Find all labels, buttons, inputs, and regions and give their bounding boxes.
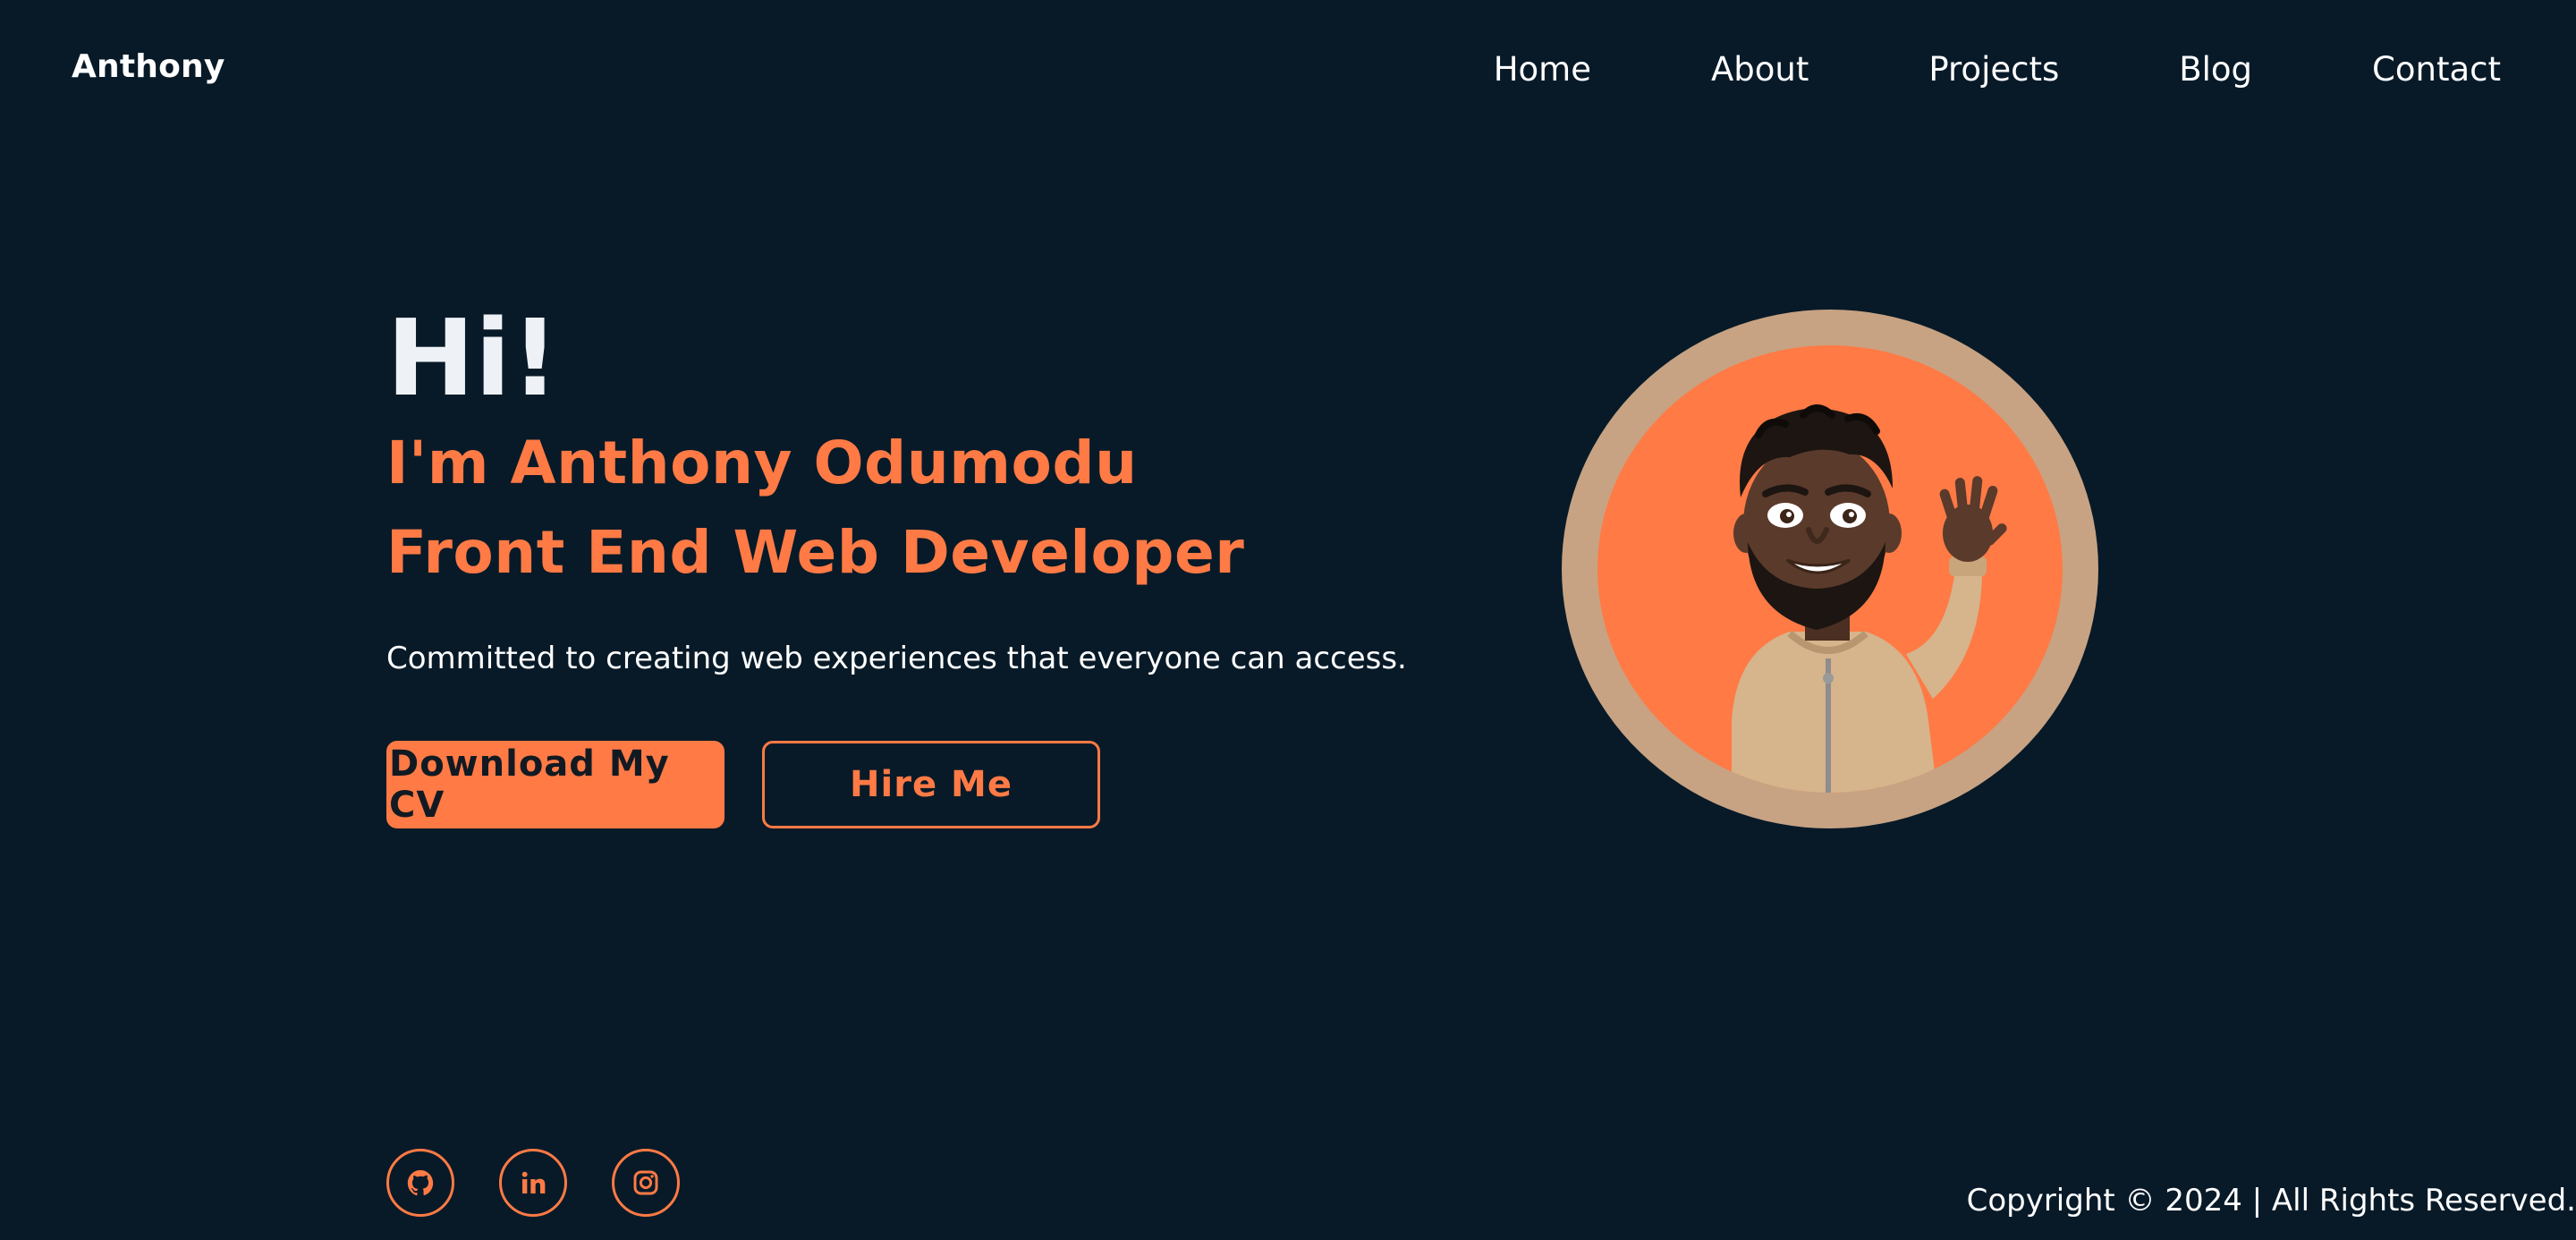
avatar: [1597, 345, 2063, 793]
nav-blog-link[interactable]: Blog: [2179, 48, 2252, 91]
avatar-ring: [1562, 310, 2098, 828]
footer-copyright: Copyright © 2024 | All Rights Reserved.: [1966, 1183, 2576, 1219]
hero-role-heading: Front End Web Developer: [386, 518, 1245, 587]
hire-me-button[interactable]: Hire Me: [762, 741, 1100, 828]
portfolio-page: Anthony Home About Projects Blog Contact…: [0, 0, 2576, 1240]
hero-buttons: Download My CV Hire Me: [386, 741, 1460, 828]
github-icon: [407, 1169, 434, 1196]
hero-section: Hi! I'm Anthony Odumodu Front End Web De…: [386, 295, 1460, 828]
social-links: [386, 1149, 680, 1217]
waving-memoji-avatar-icon: [1732, 404, 2007, 793]
nav-contact-link[interactable]: Contact: [2372, 48, 2501, 91]
main-nav: Home About Projects Blog Contact: [1494, 48, 2501, 91]
brand-logo[interactable]: Anthony: [72, 48, 225, 85]
linkedin-icon: [521, 1171, 546, 1193]
hero-greeting: Hi!: [386, 296, 560, 420]
download-cv-button[interactable]: Download My CV: [386, 741, 724, 828]
github-link[interactable]: [386, 1149, 454, 1217]
hero-name-heading: I'm Anthony Odumodu: [386, 429, 1138, 497]
linkedin-link[interactable]: [499, 1149, 567, 1217]
nav-projects-link[interactable]: Projects: [1928, 48, 2059, 91]
hero-tagline: Committed to creating web experiences th…: [386, 641, 1407, 676]
instagram-link[interactable]: [612, 1149, 680, 1217]
nav-about-link[interactable]: About: [1711, 48, 1809, 91]
instagram-icon: [633, 1170, 658, 1195]
nav-home-link[interactable]: Home: [1494, 48, 1591, 91]
